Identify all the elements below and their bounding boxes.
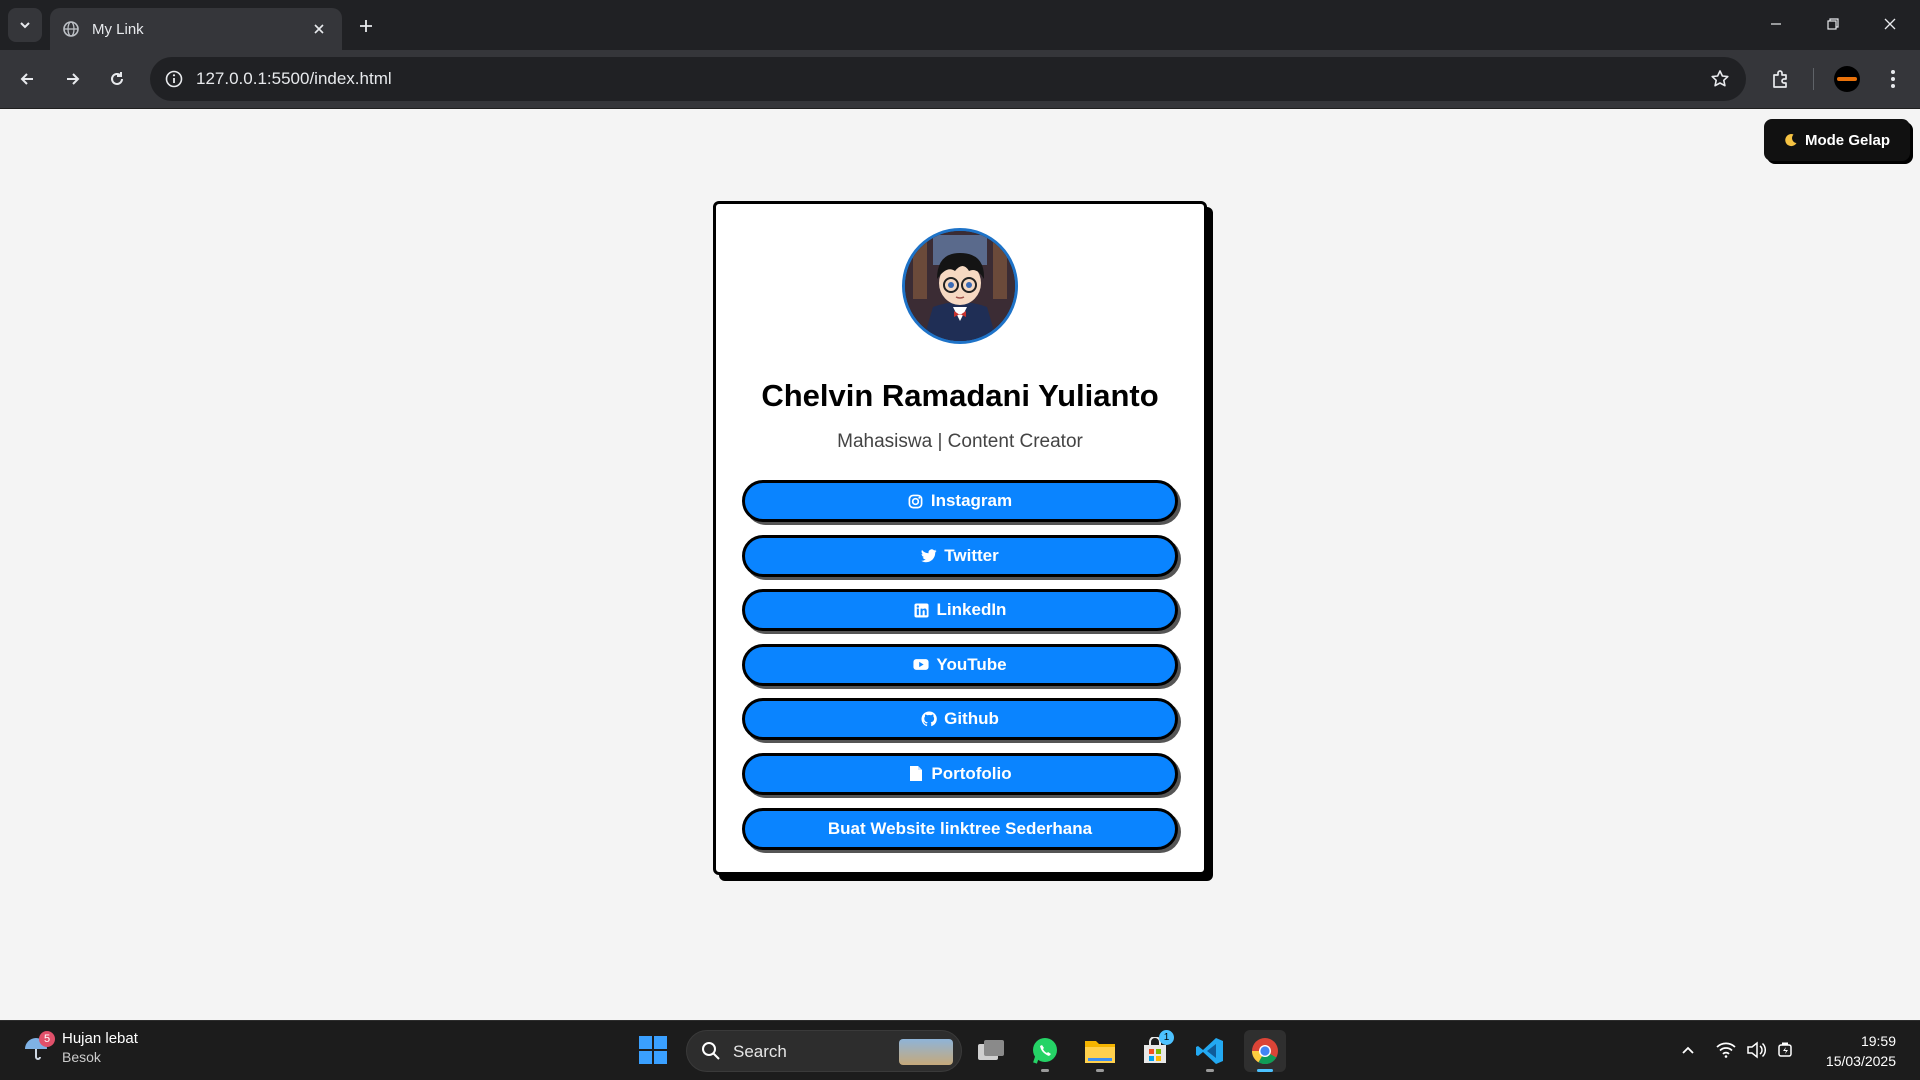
folder-icon — [1085, 1041, 1115, 1063]
browser-tabstrip: My Link — [0, 0, 1920, 50]
link-label: Instagram — [930, 491, 1013, 510]
more-vertical-icon — [1891, 70, 1895, 88]
minimize-window-button[interactable] — [1756, 6, 1796, 42]
chevron-down-icon — [20, 22, 30, 29]
file-explorer-button[interactable] — [1079, 1030, 1121, 1072]
task-view-icon — [978, 1040, 1004, 1060]
twitter-link-button[interactable]: Twitter — [742, 534, 1178, 577]
moon-icon — [1785, 134, 1797, 147]
chrome-button[interactable] — [1244, 1030, 1286, 1072]
store-badge: 1 — [1159, 1030, 1174, 1045]
show-hidden-icons-button[interactable] — [1676, 1038, 1700, 1062]
plus-icon — [360, 20, 372, 32]
twitter-icon — [921, 548, 937, 564]
profile-button[interactable] — [1830, 62, 1864, 96]
link-label: YouTube — [936, 654, 1007, 674]
link-label: Portofolio — [931, 763, 1012, 783]
profile-avatar-image — [902, 228, 1018, 344]
globe-icon — [62, 20, 80, 38]
link-label: Twitter — [944, 545, 999, 565]
clock-time: 19:59 — [1860, 1033, 1896, 1049]
linkedin-link-button[interactable]: LinkedIn — [742, 589, 1178, 632]
weather-title: Hujan lebat — [62, 1030, 138, 1047]
file-icon — [908, 766, 924, 782]
search-label: Search — [733, 1042, 787, 1061]
taskbar-search[interactable]: Search — [686, 1030, 962, 1072]
link-label: Github — [944, 709, 999, 729]
search-highlight-image — [899, 1039, 953, 1065]
wifi-icon[interactable] — [1714, 1038, 1738, 1062]
link-label: Buat Website linktree Sederhana — [827, 818, 1093, 838]
extensions-button[interactable] — [1764, 62, 1798, 96]
profile-bio: Mahasiswa | Content Creator — [837, 431, 1083, 452]
profile-card: Chelvin Ramadani Yulianto Mahasiswa | Co… — [713, 201, 1207, 875]
address-bar[interactable]: 127.0.0.1:5500/index.html — [150, 57, 1746, 101]
page-viewport: Mode Gelap Chelvin Ramadani Yulianto Mah… — [0, 109, 1920, 1020]
url-text[interactable]: 127.0.0.1:5500/index.html — [196, 69, 392, 89]
arrow-left-icon — [20, 73, 33, 85]
restore-icon — [1827, 18, 1839, 30]
linktree-tutorial-link-button[interactable]: Buat Website linktree Sederhana — [742, 807, 1178, 850]
github-icon — [921, 711, 937, 727]
toolbar-divider — [1813, 68, 1814, 90]
tab-search-button[interactable] — [8, 8, 42, 42]
profile-avatar — [1834, 66, 1860, 92]
chrome-icon — [1251, 1038, 1278, 1065]
task-view-button[interactable] — [970, 1030, 1012, 1072]
vscode-button[interactable] — [1189, 1030, 1231, 1072]
umbrella-icon: 5 — [22, 1031, 55, 1063]
search-icon — [702, 1042, 720, 1060]
minimize-icon — [1771, 23, 1781, 25]
close-window-button[interactable] — [1870, 6, 1910, 42]
battery-icon[interactable] — [1774, 1038, 1798, 1062]
instagram-icon — [908, 493, 924, 509]
close-icon — [1884, 18, 1896, 30]
close-tab-icon[interactable] — [308, 18, 330, 40]
browser-tab-active[interactable]: My Link — [50, 8, 342, 50]
youtube-icon — [913, 657, 929, 673]
back-button[interactable] — [10, 62, 44, 96]
whatsapp-app-button[interactable] — [1024, 1030, 1066, 1072]
reload-button[interactable] — [100, 62, 134, 96]
browser-menu-button[interactable] — [1876, 62, 1910, 96]
dark-mode-toggle-button[interactable]: Mode Gelap — [1764, 119, 1910, 161]
link-label: LinkedIn — [936, 600, 1007, 620]
system-clock[interactable]: 19:59 15/03/2025 — [1826, 1031, 1896, 1071]
bookmark-star-icon[interactable] — [1708, 67, 1732, 91]
weather-alert-badge: 5 — [39, 1031, 55, 1047]
windows-logo-icon — [639, 1036, 667, 1064]
youtube-link-button[interactable]: YouTube — [742, 643, 1178, 686]
portfolio-link-button[interactable]: Portofolio — [742, 752, 1178, 795]
weather-subtitle: Besok — [62, 1049, 101, 1065]
microsoft-store-button[interactable]: 1 — [1134, 1030, 1176, 1072]
clock-date: 15/03/2025 — [1825, 1053, 1896, 1069]
browser-toolbar: 127.0.0.1:5500/index.html — [0, 50, 1920, 109]
new-tab-button[interactable] — [352, 12, 380, 40]
puzzle-icon — [1773, 70, 1787, 88]
instagram-link-button[interactable]: Instagram — [742, 480, 1178, 522]
whatsapp-icon — [1033, 1038, 1057, 1064]
mode-button-label: Mode Gelap — [1804, 131, 1890, 149]
vscode-icon — [1196, 1038, 1223, 1064]
arrow-right-icon — [67, 73, 80, 85]
reload-icon — [111, 72, 123, 85]
forward-button[interactable] — [56, 62, 90, 96]
restore-window-button[interactable] — [1813, 6, 1853, 42]
site-info-icon[interactable] — [162, 67, 186, 91]
weather-widget[interactable]: 5 Hujan lebat Besok — [22, 1029, 138, 1067]
profile-name: Chelvin Ramadani Yulianto — [761, 378, 1159, 413]
github-link-button[interactable]: Github — [742, 698, 1178, 741]
chevron-up-icon — [1682, 1046, 1694, 1054]
tab-title: My Link — [92, 20, 144, 38]
windows-taskbar: 5 Hujan lebat Besok Search 1 19:59 15/03… — [0, 1020, 1920, 1080]
volume-icon[interactable] — [1744, 1038, 1768, 1062]
start-button[interactable] — [638, 1035, 670, 1067]
link-list: Instagram Twitter LinkedIn YouTube Githu… — [742, 480, 1178, 862]
linkedin-icon — [914, 602, 930, 618]
